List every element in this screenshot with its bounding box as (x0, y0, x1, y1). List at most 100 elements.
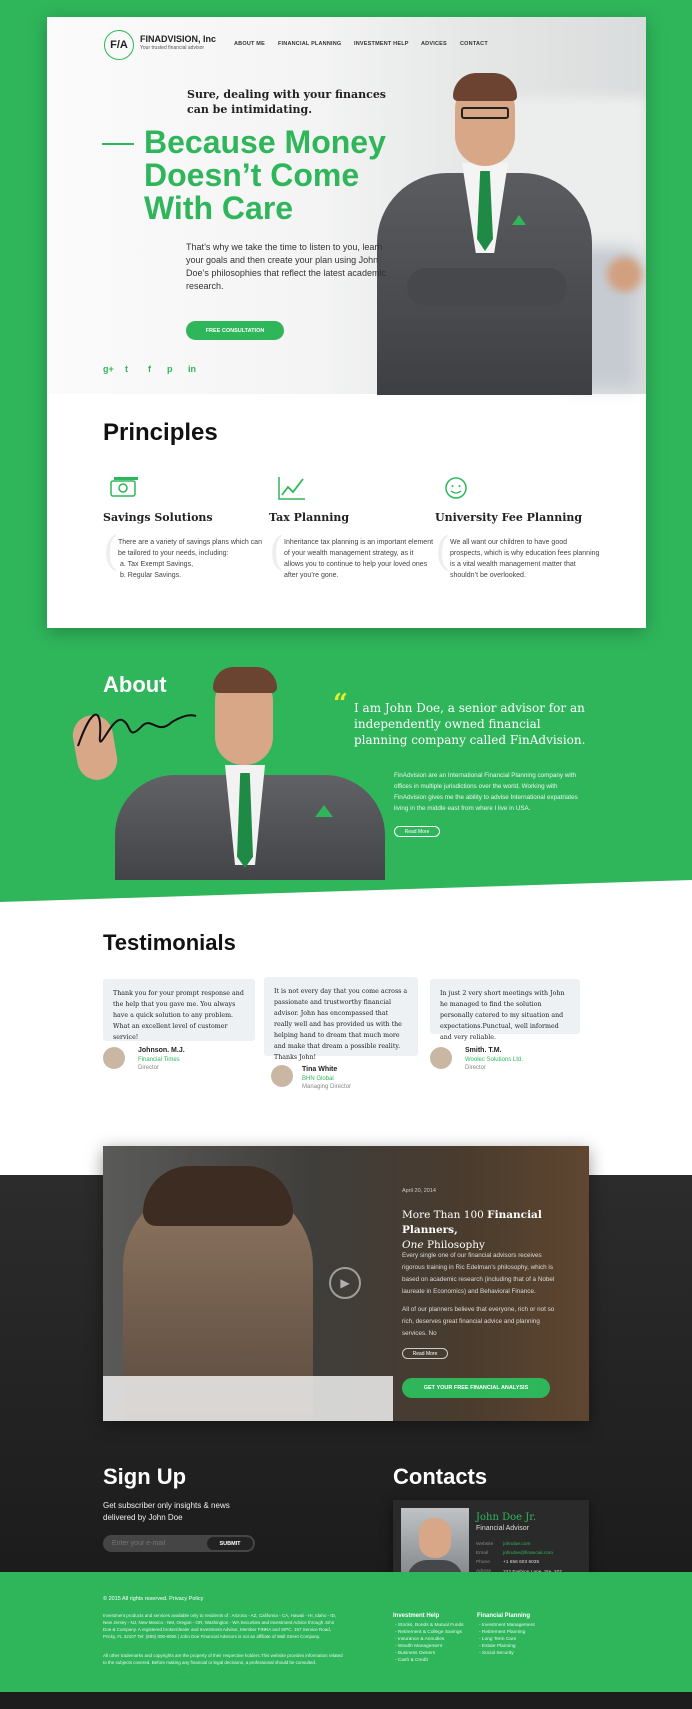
signup-title: Sign Up (103, 1464, 187, 1489)
child-icon (445, 477, 467, 499)
contact-email[interactable]: johndoe@financial.com (503, 1551, 553, 1556)
testimonial-card: In just 2 very short meetings with John … (430, 979, 580, 1041)
facebook-icon[interactable]: f (148, 364, 151, 374)
contacts-title: Contacts (393, 1464, 488, 1489)
legal-text: Investment products and services availab… (103, 1613, 337, 1639)
about-read-more-button[interactable]: Read More (394, 826, 440, 837)
avatar (271, 1065, 293, 1087)
footer-link[interactable]: - Social Security (479, 1650, 569, 1657)
linkedin-icon[interactable]: in (188, 364, 196, 374)
testimonial-role: Director (138, 1065, 160, 1071)
free-analysis-button[interactable]: GET YOUR FREE FINANCIAL ANALYSIS (402, 1378, 550, 1398)
hero-section: F/A FINADVISION, Inc Your trusted financ… (47, 17, 646, 395)
contact-label: Phone (476, 1560, 490, 1565)
video-date: April 20, 2014 (402, 1188, 436, 1194)
google-plus-icon[interactable]: g+ (103, 364, 114, 374)
testimonial-name: Johnson. M.J. (138, 1047, 185, 1054)
quote-icon: “ (333, 689, 348, 719)
free-consultation-button[interactable]: FREE CONSULTATION (186, 321, 284, 340)
testimonial-role: Director (465, 1065, 487, 1071)
footer-link[interactable]: - Wealth Management (395, 1643, 465, 1650)
headline-line-3: With Care (144, 190, 294, 226)
hero-card: F/A FINADVISION, Inc Your trusted financ… (47, 17, 646, 628)
logo-name[interactable]: FINADVISION, Inc (140, 34, 216, 44)
pinterest-icon[interactable]: p (167, 364, 173, 374)
bottom-bar (0, 1692, 692, 1709)
signature (77, 713, 197, 747)
footer-link[interactable]: - Retirement & College Savings (395, 1629, 465, 1636)
avatar (103, 1047, 125, 1069)
footer-col-title: Financial Planning (477, 1613, 531, 1619)
nav-about-me[interactable]: ABOUT ME (234, 41, 265, 47)
headline-line-1: Because Money (144, 124, 386, 160)
footer-link[interactable]: - Business Owners (395, 1650, 465, 1657)
testimonial-company[interactable]: Financial Times (138, 1057, 180, 1063)
savings-icon (110, 477, 138, 497)
video-person-hair (143, 1166, 293, 1226)
footer-link[interactable]: - Long Term Care (479, 1636, 569, 1643)
testimonial-company[interactable]: BHN Global (302, 1076, 334, 1082)
signup-text: Get subscriber only insights & news deli… (103, 1501, 230, 1522)
testimonial-card: It is not every day that you come across… (264, 977, 418, 1061)
logo-mark[interactable]: F/A (104, 30, 134, 60)
play-icon[interactable]: ▶ (329, 1267, 361, 1299)
footer-link[interactable]: - Insurance & Annuities (395, 1636, 465, 1643)
chart-icon (278, 477, 305, 500)
footer-col-title: Investment Help (393, 1613, 440, 1619)
hero-lead: That’s why we take the time to listen to… (186, 242, 386, 291)
principles-title: Principles (103, 419, 218, 446)
video-body: Every single one of our financial adviso… (402, 1252, 555, 1295)
savings-list-2: b. Regular Savings. (120, 572, 182, 579)
contact-phone: +1 656 603 6035 (503, 1560, 540, 1565)
nav-advices[interactable]: ADVICES (421, 41, 447, 47)
footer-col-list: - Investment Management - Retirement Pla… (479, 1622, 569, 1657)
savings-list-1: a. Tax Exempt Savings, (120, 561, 194, 568)
twitter-icon[interactable]: t (125, 364, 128, 374)
footer-link[interactable]: - Retirement Planning (479, 1629, 569, 1636)
footer-link[interactable]: - Estate Planning (479, 1643, 569, 1650)
hero-intro: Sure, dealing with your finances can be … (187, 88, 387, 116)
footer-link[interactable]: - Cash & Credit (395, 1657, 465, 1664)
testimonial-company[interactable]: Woolec Solutions Ltd. (465, 1057, 523, 1063)
testimonial-name: Tina White (302, 1066, 338, 1073)
video-body: All of our planners believe that everyon… (402, 1306, 555, 1337)
principle-text-savings: There are a variety of savings plans whi… (118, 537, 268, 581)
nav-investment-help[interactable]: INVESTMENT HELP (354, 41, 409, 47)
footer-col-list: - Stocks, Bonds & Mutual Funds - Retirem… (395, 1622, 465, 1664)
video-person-shirt (103, 1376, 393, 1421)
avatar (430, 1047, 452, 1069)
footer-link[interactable]: - Stocks, Bonds & Mutual Funds (395, 1622, 465, 1629)
principle-text-university: We all want our children to have good pr… (450, 539, 600, 579)
submit-button[interactable]: SUBMIT (207, 1537, 253, 1550)
quote-decor: ( (103, 529, 119, 575)
testimonial-card: Thank you for your prompt response and t… (103, 979, 255, 1041)
about-title: About (103, 672, 167, 697)
principle-title-tax: Tax Planning (269, 511, 350, 524)
testimonials-title: Testimonials (103, 930, 236, 955)
about-body: FinAdvision are an International Financi… (394, 772, 578, 812)
video-title: More Than 100 Financial Planners, One Ph… (402, 1208, 572, 1253)
logo-tagline: Your trusted financial advisor (140, 45, 205, 51)
about-quote: I am John Doe, a senior advisor for an i… (354, 701, 586, 747)
nav-financial-planning[interactable]: FINANCIAL PLANNING (278, 41, 341, 47)
background-person-head (607, 257, 642, 292)
video-read-more-button[interactable]: Read More (402, 1348, 448, 1359)
contact-role: Financial Advisor (476, 1525, 529, 1532)
quote-decor: ( (435, 529, 451, 575)
legal-text: All other trademarks and copyrights are … (103, 1653, 343, 1665)
contact-website[interactable]: johndoe.com (503, 1542, 530, 1547)
advisor-photo (377, 63, 592, 395)
quote-decor: ( (269, 529, 285, 575)
principle-text-tax: Inheritance tax planning is an important… (284, 539, 434, 579)
video-card: ▶ April 20, 2014 More Than 100 Financial… (103, 1146, 589, 1421)
principle-title-university: University Fee Planning (435, 511, 583, 524)
nav-contact[interactable]: CONTACT (460, 41, 488, 47)
footer-link[interactable]: - Investment Management (479, 1622, 569, 1629)
testimonial-name: Smith. T.M. (465, 1047, 502, 1054)
principle-title-savings: Savings Solutions (103, 511, 213, 524)
contact-name: John Doe Jr. (476, 1512, 537, 1523)
headline-line-2: Doesn’t Come (144, 157, 360, 193)
contact-label: Email (476, 1551, 488, 1556)
title-part: More Than 100 (402, 1209, 484, 1221)
testimonial-role: Managing Director (302, 1084, 352, 1090)
